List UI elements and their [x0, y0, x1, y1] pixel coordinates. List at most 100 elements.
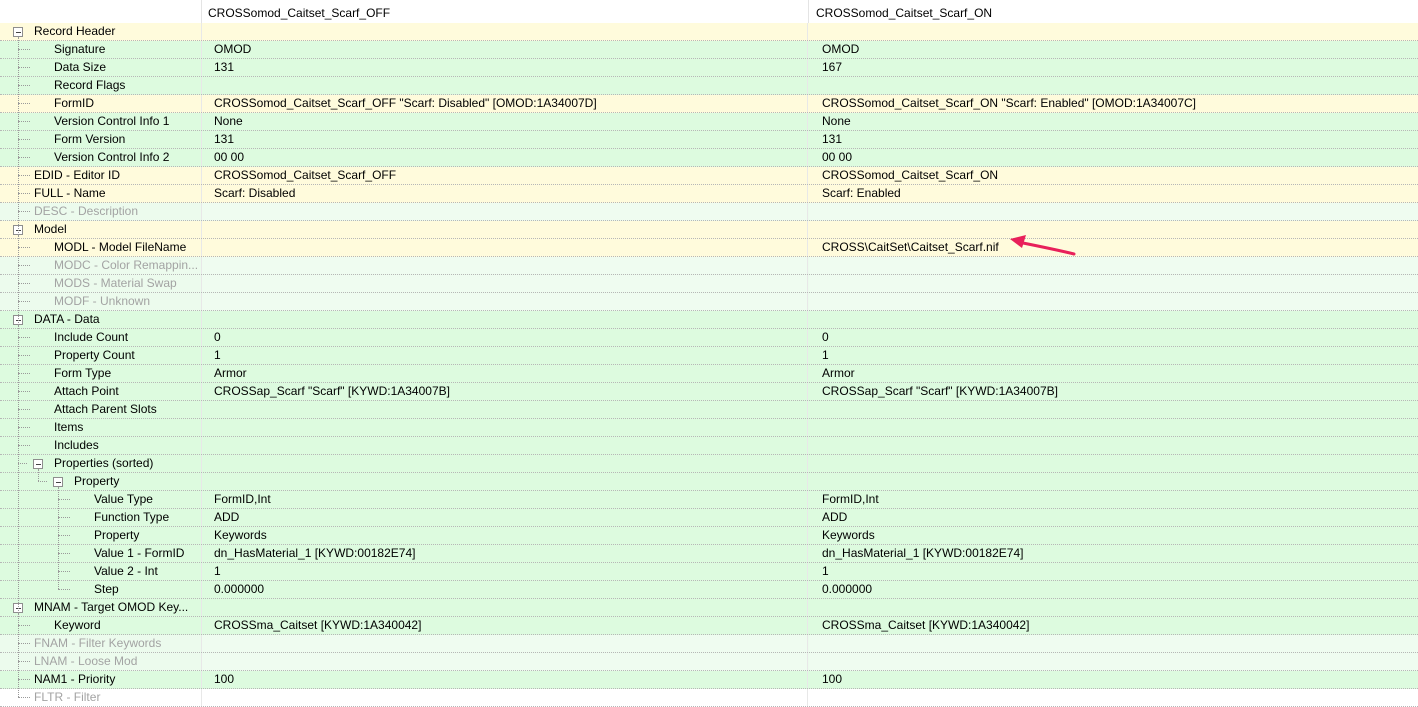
value-cell-on[interactable] [809, 293, 1418, 310]
value-cell-off[interactable]: Armor [202, 365, 808, 382]
tree-row[interactable]: Value 1 - FormID dn_HasMaterial_1 [KYWD:0… [0, 545, 1418, 563]
value-cell-on[interactable]: dn_HasMaterial_1 [KYWD:00182E74] [809, 545, 1418, 562]
tree-row[interactable]: MODF - Unknown [0, 293, 1418, 311]
value-cell-on[interactable] [809, 437, 1418, 454]
tree-row[interactable]: Version Control Info 2 00 00 00 00 [0, 149, 1418, 167]
value-cell-on[interactable]: Armor [809, 365, 1418, 382]
value-cell-off[interactable]: 0 [202, 329, 808, 346]
tree-row[interactable]: Step 0.000000 0.000000 [0, 581, 1418, 599]
collapse-toggle-icon[interactable] [13, 27, 23, 37]
value-cell-on[interactable]: CROSSomod_Caitset_Scarf_ON [809, 167, 1418, 184]
value-cell-on[interactable]: CROSSap_Scarf "Scarf" [KYWD:1A34007B] [809, 383, 1418, 400]
tree-row[interactable]: EDID - Editor ID CROSSomod_Caitset_Scarf_… [0, 167, 1418, 185]
value-cell-off[interactable]: 0.000000 [202, 581, 808, 598]
tree-row[interactable]: MODS - Material Swap [0, 275, 1418, 293]
value-cell-off[interactable]: dn_HasMaterial_1 [KYWD:00182E74] [202, 545, 808, 562]
tree-row[interactable]: Form Version 131 131 [0, 131, 1418, 149]
value-cell-off[interactable] [202, 401, 808, 418]
tree-row[interactable]: FULL - Name Scarf: Disabled Scarf: Enabled [0, 185, 1418, 203]
value-cell-off[interactable] [202, 275, 808, 292]
tree-row[interactable]: Function Type ADD ADD [0, 509, 1418, 527]
value-cell-on[interactable] [809, 203, 1418, 220]
tree-row[interactable]: Properties (sorted) [0, 455, 1418, 473]
tree-row[interactable]: Signature OMOD OMOD [0, 41, 1418, 59]
value-cell-off[interactable] [202, 23, 808, 40]
tree-row[interactable]: Property Count 1 1 [0, 347, 1418, 365]
value-cell-off[interactable]: 1 [202, 563, 808, 580]
tree-row[interactable]: Attach Parent Slots [0, 401, 1418, 419]
value-cell-off[interactable] [202, 689, 808, 706]
value-cell-on[interactable]: 167 [809, 59, 1418, 76]
value-cell-off[interactable]: 1 [202, 347, 808, 364]
tree-row[interactable]: Model [0, 221, 1418, 239]
tree-row[interactable]: FLTR - Filter [0, 689, 1418, 707]
value-cell-off[interactable]: Scarf: Disabled [202, 185, 808, 202]
value-cell-on[interactable] [809, 419, 1418, 436]
value-cell-on[interactable]: 131 [809, 131, 1418, 148]
value-cell-off[interactable]: CROSSap_Scarf "Scarf" [KYWD:1A34007B] [202, 383, 808, 400]
value-cell-off[interactable] [202, 293, 808, 310]
tree-row[interactable]: Items [0, 419, 1418, 437]
value-cell-off[interactable]: ADD [202, 509, 808, 526]
value-cell-on[interactable] [809, 77, 1418, 94]
value-cell-off[interactable]: OMOD [202, 41, 808, 58]
value-cell-off[interactable] [202, 257, 808, 274]
value-cell-off[interactable] [202, 77, 808, 94]
value-cell-on[interactable] [809, 653, 1418, 670]
value-cell-off[interactable]: None [202, 113, 808, 130]
value-cell-off[interactable] [202, 473, 808, 490]
value-cell-on[interactable] [809, 275, 1418, 292]
tree-row[interactable]: Includes [0, 437, 1418, 455]
value-cell-on[interactable]: CROSS\CaitSet\Caitset_Scarf.nif [809, 239, 1418, 256]
value-cell-off[interactable]: CROSSma_Caitset [KYWD:1A340042] [202, 617, 808, 634]
value-cell-off[interactable] [202, 455, 808, 472]
value-cell-on[interactable]: None [809, 113, 1418, 130]
collapse-toggle-icon[interactable] [33, 459, 43, 469]
tree-row[interactable]: Version Control Info 1 None None [0, 113, 1418, 131]
tree-row[interactable]: Form Type Armor Armor [0, 365, 1418, 383]
tree-row[interactable]: Property Keywords Keywords [0, 527, 1418, 545]
collapse-toggle-icon[interactable] [53, 477, 63, 487]
value-cell-on[interactable] [809, 257, 1418, 274]
tree-row[interactable]: FormID CROSSomod_Caitset_Scarf_OFF "Scarf… [0, 95, 1418, 113]
tree-row[interactable]: FNAM - Filter Keywords [0, 635, 1418, 653]
value-cell-off[interactable]: CROSSomod_Caitset_Scarf_OFF [202, 167, 808, 184]
value-cell-on[interactable] [809, 401, 1418, 418]
value-cell-on[interactable]: CROSSomod_Caitset_Scarf_ON "Scarf: Enabl… [809, 95, 1418, 112]
value-cell-on[interactable] [809, 221, 1418, 238]
value-cell-off[interactable] [202, 635, 808, 652]
value-cell-on[interactable] [809, 23, 1418, 40]
tree-row[interactable]: DATA - Data [0, 311, 1418, 329]
value-cell-off[interactable] [202, 437, 808, 454]
value-cell-off[interactable]: FormID,Int [202, 491, 808, 508]
value-cell-off[interactable] [202, 311, 808, 328]
value-cell-on[interactable] [809, 599, 1418, 616]
tree-row[interactable]: MNAM - Target OMOD Key... [0, 599, 1418, 617]
tree-row[interactable]: Value 2 - Int 1 1 [0, 563, 1418, 581]
value-cell-off[interactable] [202, 221, 808, 238]
tree-row[interactable]: MODL - Model FileName CROSS\CaitSet\Caits… [0, 239, 1418, 257]
tree-row[interactable]: Include Count 0 0 [0, 329, 1418, 347]
tree-row[interactable]: Property [0, 473, 1418, 491]
value-cell-on[interactable] [809, 311, 1418, 328]
tree-row[interactable]: Attach Point CROSSap_Scarf "Scarf" [KYWD:… [0, 383, 1418, 401]
tree-row[interactable]: Record Flags [0, 77, 1418, 95]
value-cell-on[interactable]: 0.000000 [809, 581, 1418, 598]
value-cell-off[interactable]: 131 [202, 131, 808, 148]
value-cell-off[interactable]: Keywords [202, 527, 808, 544]
header-col-on[interactable]: CROSSomod_Caitset_Scarf_ON [816, 0, 992, 23]
header-col-off[interactable]: CROSSomod_Caitset_Scarf_OFF [208, 0, 390, 23]
value-cell-off[interactable]: 131 [202, 59, 808, 76]
value-cell-on[interactable]: 0 [809, 329, 1418, 346]
header-divider[interactable] [808, 0, 809, 23]
tree-row[interactable]: MODC - Color Remappin... [0, 257, 1418, 275]
value-cell-on[interactable]: 100 [809, 671, 1418, 688]
tree-row[interactable]: NAM1 - Priority 100 100 [0, 671, 1418, 689]
value-cell-on[interactable]: Scarf: Enabled [809, 185, 1418, 202]
value-cell-on[interactable]: Keywords [809, 527, 1418, 544]
value-cell-on[interactable]: 1 [809, 563, 1418, 580]
value-cell-on[interactable] [809, 689, 1418, 706]
value-cell-off[interactable] [202, 653, 808, 670]
value-cell-off[interactable] [202, 599, 808, 616]
value-cell-on[interactable]: FormID,Int [809, 491, 1418, 508]
